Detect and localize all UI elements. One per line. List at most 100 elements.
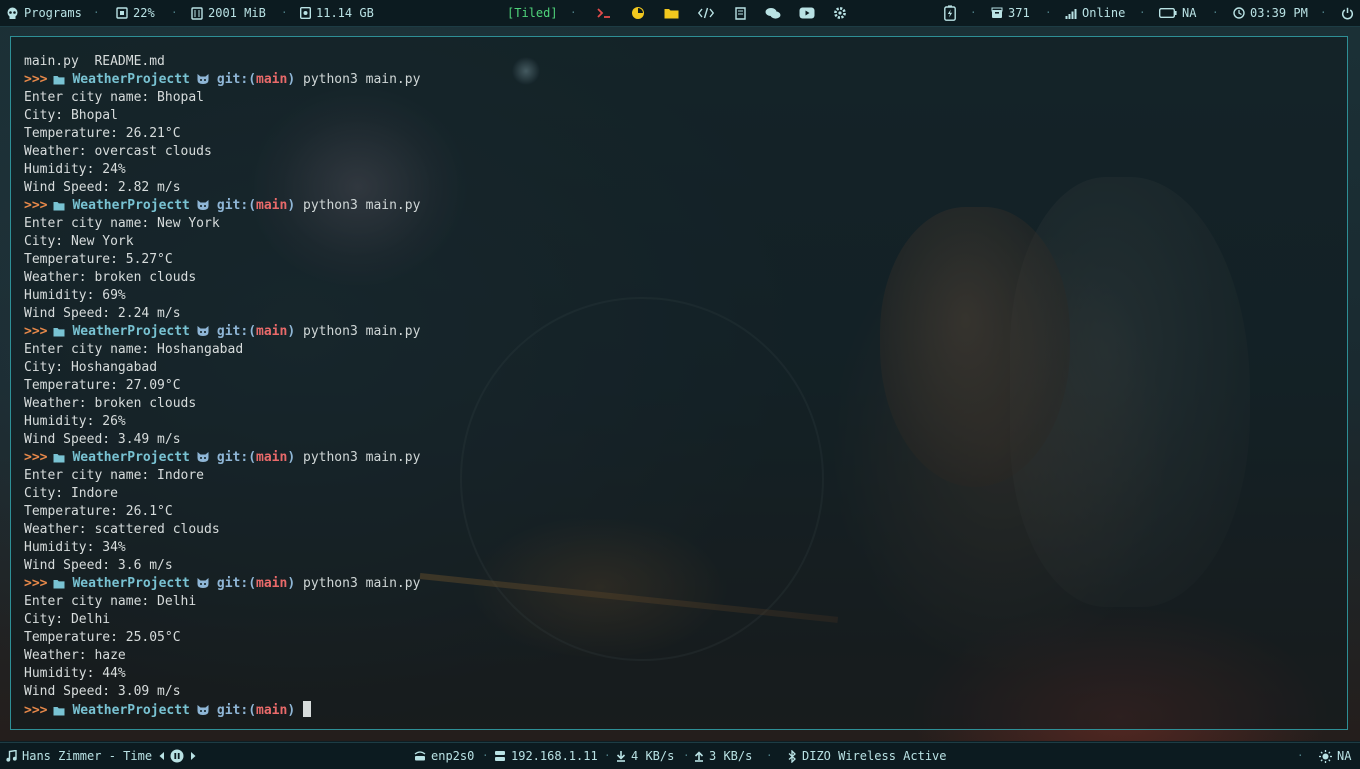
power-icon[interactable] xyxy=(1339,5,1355,21)
prompt-git-prefix: git:( xyxy=(216,72,257,87)
output-line: Enter city name: Indore xyxy=(24,468,205,483)
prompt-branch: main xyxy=(256,72,288,87)
previous-track-icon[interactable] xyxy=(154,748,170,764)
notes-icon[interactable] xyxy=(732,5,748,21)
cpu-icon xyxy=(116,7,128,19)
top-status-bar: Programs · 22% · 2001 MiB · 11.14 GB [Ti… xyxy=(0,0,1360,27)
battery-charging-icon[interactable] xyxy=(942,5,958,21)
folder-icon xyxy=(53,704,65,722)
prompt-line: >>> WeatherProjectt git:(main) python3 mai… xyxy=(24,323,1347,341)
separator: · xyxy=(683,749,690,762)
output-line: Weather: haze xyxy=(24,648,126,663)
prompt-git-suffix: ) xyxy=(287,324,296,339)
prompt-git-suffix: ) xyxy=(287,576,296,591)
output-line: Enter city name: Bhopal xyxy=(24,90,205,105)
server-icon xyxy=(494,750,506,762)
prompt-command: python3 main.py xyxy=(303,576,421,591)
prompt-arrow: >>> xyxy=(24,703,48,718)
youtube-icon[interactable] xyxy=(799,5,815,21)
folder-icon[interactable] xyxy=(663,5,679,21)
separator: · xyxy=(482,749,489,762)
programs-label: Programs xyxy=(24,6,82,20)
updates-widget[interactable]: 371 xyxy=(991,0,1030,26)
separator: · xyxy=(570,6,577,19)
output-line: Temperature: 27.09°C xyxy=(24,378,181,393)
battery-level: NA xyxy=(1182,6,1197,20)
upload-speed: 3 KB/s xyxy=(709,749,753,763)
ram-widget: 2001 MiB xyxy=(191,0,266,26)
pause-icon[interactable] xyxy=(169,748,185,764)
next-track-icon[interactable] xyxy=(185,748,201,764)
output-line: Weather: overcast clouds xyxy=(24,144,212,159)
layout-indicator[interactable]: [Tiled] xyxy=(507,0,558,26)
battery-widget[interactable]: NA xyxy=(1159,0,1196,26)
output-line: Enter city name: Hoshangabad xyxy=(24,342,244,357)
separator: · xyxy=(1297,749,1304,762)
text-cursor[interactable] xyxy=(303,701,312,717)
prompt-branch: main xyxy=(256,703,288,718)
settings-gear-icon[interactable] xyxy=(832,5,848,21)
output-line: Humidity: 69% xyxy=(24,288,126,303)
output-line: City: Delhi xyxy=(24,612,111,627)
bluetooth-widget[interactable]: DIZO Wireless Active xyxy=(787,743,947,769)
prompt-branch: main xyxy=(256,324,288,339)
prompt-git-prefix: git:( xyxy=(216,198,257,213)
music-widget[interactable]: Hans Zimmer - Time xyxy=(6,743,152,769)
bottom-status-bar: Hans Zimmer - Time enp2s0 · 192.168.1.11… xyxy=(0,742,1360,769)
prompt-line: >>> WeatherProjectt git:(main) python3 mai… xyxy=(24,71,1347,89)
prompt-git-prefix: git:( xyxy=(216,450,257,465)
prompt-arrow: >>> xyxy=(24,72,48,87)
sun-icon xyxy=(1319,749,1332,763)
music-note-icon xyxy=(6,750,17,762)
output-line: Humidity: 44% xyxy=(24,666,126,681)
ip-widget: 192.168.1.11 xyxy=(494,743,598,769)
separator: · xyxy=(1212,6,1219,19)
updates-count: 371 xyxy=(1008,6,1030,20)
prompt-command: python3 main.py xyxy=(303,72,421,87)
upload-widget: 3 KB/s xyxy=(694,743,752,769)
prompt-git-prefix: git:( xyxy=(216,703,257,718)
output-line: City: Bhopal xyxy=(24,108,118,123)
github-cat-icon xyxy=(196,577,210,595)
disk-widget: 11.14 GB xyxy=(300,0,374,26)
prompt-directory: WeatherProjectt xyxy=(72,324,190,339)
separator: · xyxy=(1139,6,1146,19)
terminal-app-icon[interactable] xyxy=(596,5,612,21)
separator: · xyxy=(281,6,288,19)
upload-arrow-icon xyxy=(694,750,704,762)
prompt-line: >>> WeatherProjectt git:(main) python3 mai… xyxy=(24,449,1347,467)
download-widget: 4 KB/s xyxy=(616,743,674,769)
network-widget[interactable]: Online xyxy=(1065,0,1125,26)
ls-output: main.py README.md xyxy=(24,54,165,69)
layout-label: [Tiled] xyxy=(507,6,558,20)
firefox-icon[interactable] xyxy=(630,5,646,21)
network-status: Online xyxy=(1082,6,1126,20)
cpu-widget: 22% xyxy=(116,0,155,26)
clock-widget[interactable]: 03:39 PM xyxy=(1233,0,1308,26)
prompt-arrow: >>> xyxy=(24,198,48,213)
output-line: Weather: broken clouds xyxy=(24,396,197,411)
output-line: Wind Speed: 3.09 m/s xyxy=(24,684,181,699)
battery-icon xyxy=(1159,8,1177,18)
programs-launcher[interactable]: Programs xyxy=(6,0,82,26)
prompt-arrow: >>> xyxy=(24,576,48,591)
terminal-window[interactable]: main.py README.md >>> WeatherProjectt git:… xyxy=(10,36,1348,730)
output-line: Wind Speed: 3.49 m/s xyxy=(24,432,181,447)
output-line: Temperature: 25.05°C xyxy=(24,630,181,645)
ram-usage: 2001 MiB xyxy=(208,6,266,20)
brightness-widget[interactable]: NA xyxy=(1319,743,1351,769)
code-editor-icon[interactable] xyxy=(698,5,714,21)
chat-icon[interactable] xyxy=(765,5,781,21)
separator: · xyxy=(1045,6,1052,19)
ip-address: 192.168.1.11 xyxy=(511,749,598,763)
download-arrow-icon xyxy=(616,750,626,762)
output-line: Enter city name: Delhi xyxy=(24,594,197,609)
brightness-level: NA xyxy=(1337,749,1352,763)
prompt-line: >>> WeatherProjectt git:(main) python3 mai… xyxy=(24,197,1347,215)
output-line: Temperature: 26.1°C xyxy=(24,504,173,519)
prompt-git-prefix: git:( xyxy=(216,324,257,339)
prompt-git-suffix: ) xyxy=(287,703,296,718)
prompt-directory: WeatherProjectt xyxy=(72,703,190,718)
